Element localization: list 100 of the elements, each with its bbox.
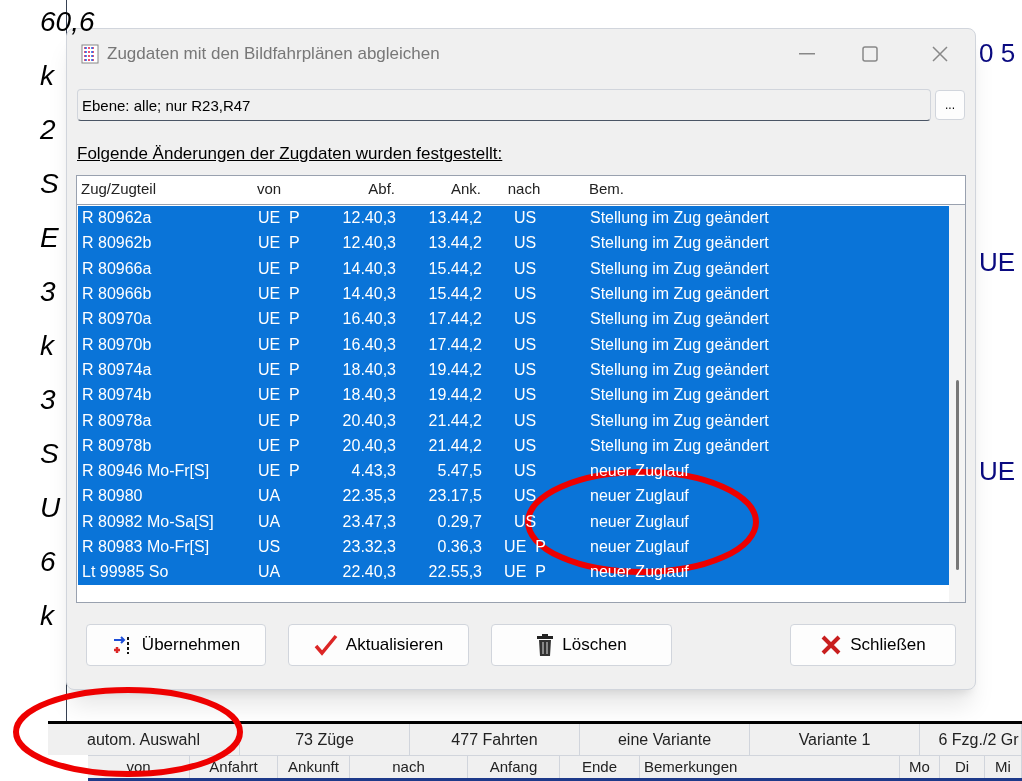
column-header: Ankunft [278, 756, 350, 778]
dialog-button[interactable]: Übernehmen [86, 623, 266, 666]
list-cell-text: UE P [258, 208, 301, 229]
background-label: 6 [40, 545, 56, 579]
column-header[interactable]: Ank. [395, 178, 481, 201]
list-row[interactable]: R 80970a UE P 16.40,3 17.44,2 US Stellung im Zug geändert [78, 306, 949, 332]
list-row[interactable]: R 80974b UE P 18.40,3 19.44,2 US Stellung im Zug geändert [78, 382, 949, 408]
list-cell-text: neuer Zuglauf [589, 486, 690, 507]
list-cell-text: neuer Zuglauf [589, 537, 690, 557]
checkmark-icon [313, 633, 338, 656]
list-cell-text: neuer Zuglauf [589, 511, 690, 532]
dialog-button[interactable]: Löschen [491, 623, 672, 666]
list-cell-text: 19.44,2 [427, 359, 482, 380]
list-cell-text: Stellung im Zug geändert [589, 309, 770, 330]
window-title: Zugdaten mit den Bildfahrplänen abgleichen [107, 43, 440, 66]
list-cell-text: Stellung im Zug geändert [589, 385, 770, 406]
list-row[interactable]: R 80970b UE P 16.40,3 17.44,2 US Stellung im Zug geändert [78, 332, 949, 358]
close-icon [932, 46, 948, 62]
trash-icon [536, 633, 555, 656]
list-row[interactable]: R 80966a UE P 14.40,3 15.44,2 US Stellung im Zug geändert [78, 256, 949, 282]
background-label: 0 5 [979, 37, 1017, 70]
maximize-icon [862, 46, 878, 62]
dialog-button[interactable]: Schließen [790, 623, 956, 666]
list-cell-text: 22.40,3 [341, 562, 396, 583]
list-cell-text: R 80970b [81, 334, 153, 355]
list-cell-text: Stellung im Zug geändert [589, 233, 770, 254]
scrollbar-thumb[interactable] [955, 379, 959, 570]
list-cell-text: UA [258, 511, 282, 532]
filter-field[interactable]: Ebene: alle; nur R23,R47 [77, 89, 931, 121]
column-header: Ende [560, 756, 640, 778]
column-header: Anfang [468, 756, 560, 778]
list-row[interactable]: R 80962a UE P 12.40,3 13.44,2 US Stellung im Zug geändert [78, 205, 949, 231]
list-row[interactable]: R 80966b UE P 14.40,3 15.44,2 US Stellung im Zug geändert [78, 281, 949, 307]
list-cell-text: 16.40,3 [341, 334, 396, 355]
list-row[interactable]: R 80974a UE P 18.40,3 19.44,2 US Stellung im Zug geändert [78, 357, 949, 383]
list-cell-text: 22.55,3 [427, 562, 482, 583]
column-header[interactable]: Abf. [317, 178, 395, 201]
list-cell-text: Stellung im Zug geändert [589, 208, 770, 229]
list-cell-text: US [512, 258, 538, 279]
list-cell-text: UE P [258, 435, 301, 456]
list-cell-text: 22.35,3 [341, 486, 396, 507]
list-cell-text: UE P [258, 334, 301, 355]
list-cell-text: 19.44,2 [427, 385, 482, 406]
list-cell-text: R 80974a [81, 359, 153, 380]
list-cell-text: 20.40,3 [341, 435, 396, 456]
column-header[interactable]: Zug/Zugteil [77, 178, 257, 201]
list-cell-text: 0.29,7 [436, 511, 482, 532]
list-cell-text: Stellung im Zug geändert [589, 334, 770, 355]
background-label: U [40, 491, 61, 525]
list-cell-text: UE P [258, 359, 301, 380]
list-cell-text: UE P [258, 258, 301, 279]
minimize-icon [799, 53, 815, 55]
background-label: k [40, 329, 54, 363]
list-cell-text: US [512, 461, 538, 482]
list-cell-text: R 80962b [81, 233, 153, 254]
list-cell-text: Stellung im Zug geändert [589, 284, 770, 305]
list-cell-text: 14.40,3 [341, 284, 396, 305]
list-cell-text: R 80983 Mo-Fr[S] [81, 537, 211, 557]
scrollbar[interactable] [949, 204, 965, 602]
list-cell-text: US [512, 208, 538, 229]
column-header[interactable]: Bem. [567, 178, 947, 201]
list-cell-text: 23.32,3 [341, 537, 396, 557]
background-label: E [40, 221, 59, 255]
list-cell-text: UA [258, 486, 282, 507]
list-cell-text: US [512, 486, 538, 507]
list-cell-text: Stellung im Zug geändert [589, 435, 770, 456]
list-cell-text: 14.40,3 [341, 258, 396, 279]
app-icon [81, 44, 99, 64]
column-header[interactable]: nach [481, 178, 567, 201]
list-cell-text: R 80966b [81, 284, 153, 305]
list-row[interactable]: R 80978a UE P 20.40,3 21.44,2 US Stellung im Zug geändert [78, 407, 949, 434]
dialog-button[interactable]: Aktualisieren [288, 623, 469, 666]
list-cell-text: R 80982 Mo-Sa[S] [81, 511, 215, 532]
column-header: Bemerkungen [640, 756, 900, 778]
list-cell-text: 23.17,5 [427, 486, 482, 507]
list-row[interactable]: R 80980 UA 22.35,3 23.17,5 US neuer Zuglauf [78, 483, 949, 510]
background-label: S [40, 167, 59, 201]
background-label: 3 [40, 275, 56, 309]
background-label: 2 [40, 113, 56, 147]
list-cell-text: R 80980 [81, 486, 144, 507]
list-cell-text: US [512, 410, 538, 431]
list-cell-text: 12.40,3 [341, 233, 396, 254]
list-cell-text: US [512, 359, 538, 380]
browse-button[interactable]: ... [935, 90, 965, 120]
list-cell-text: 17.44,2 [427, 309, 482, 330]
column-header: nach [350, 756, 468, 778]
list-cell-text: US [512, 309, 538, 330]
list-cell-text: R 80978a [81, 410, 153, 431]
column-header[interactable]: von [257, 178, 317, 201]
list-cell-text: 21.44,2 [427, 435, 482, 456]
list-cell-text: 15.44,2 [427, 258, 482, 279]
list-cell-text: UE P [258, 461, 301, 482]
list-row[interactable]: R 80962b UE P 12.40,3 13.44,2 US Stellung im Zug geändert [78, 230, 949, 257]
list-row[interactable]: R 80978b UE P 20.40,3 21.44,2 US Stellung im Zug geändert [78, 433, 949, 459]
list-cell-text: UE P [258, 233, 301, 254]
list-cell-text: 20.40,3 [341, 410, 396, 431]
list-cell-text: Stellung im Zug geändert [589, 359, 770, 380]
list-cell-text: R 80946 Mo-Fr[S] [81, 461, 211, 482]
list-cell-text: US [512, 435, 538, 456]
list-cell-text: US [258, 537, 282, 557]
